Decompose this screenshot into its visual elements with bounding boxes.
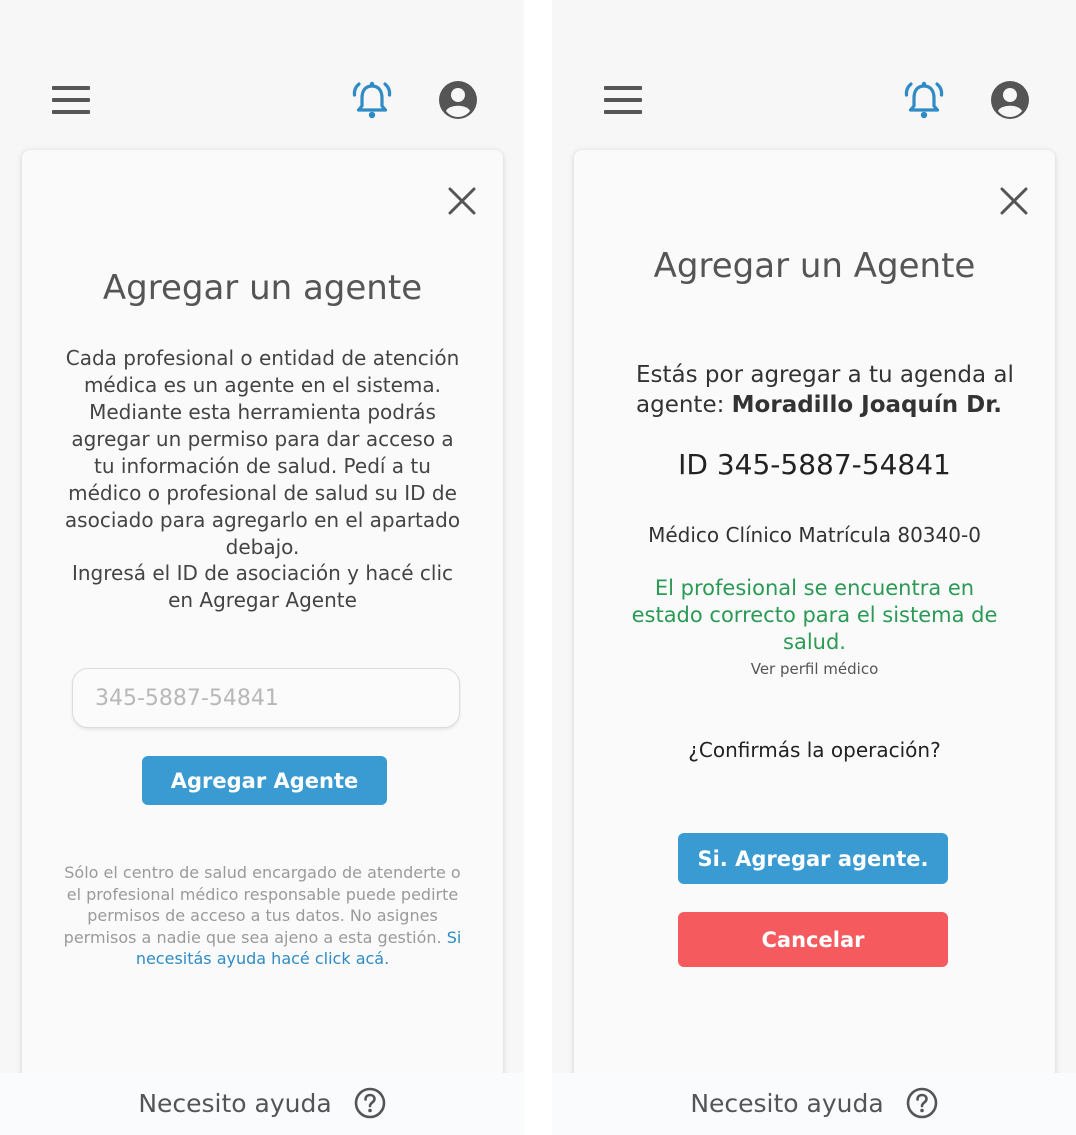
bell-ringing-icon[interactable] xyxy=(350,78,394,122)
confirm-intro: Estás por agregar a tu agenda al agente:… xyxy=(636,360,1015,420)
help-footer-button[interactable]: Necesito ayuda xyxy=(0,1087,524,1119)
permissions-note-text: Sólo el centro de salud encargado de ate… xyxy=(63,863,461,947)
cancel-button[interactable]: Cancelar xyxy=(678,912,948,967)
question-circle-icon xyxy=(906,1087,937,1119)
add-agent-card: Agregar un agente Cada profesional o ent… xyxy=(22,150,503,1100)
agent-name: Moradillo Joaquín Dr. xyxy=(731,392,1003,418)
confirm-agent-card: Agregar un Agente Estás por agregar a tu… xyxy=(574,150,1055,1100)
top-bar xyxy=(552,0,1076,150)
page-title: Agregar un Agente xyxy=(653,246,976,286)
hamburger-icon[interactable] xyxy=(52,86,90,114)
help-footer-label: Necesito ayuda xyxy=(690,1089,884,1118)
instruction-text: Ingresá el ID de asociación y hacé clic … xyxy=(71,561,454,612)
agent-id: ID 345-5887-54841 xyxy=(678,448,951,481)
footer: Necesito ayuda xyxy=(552,1073,1076,1135)
hamburger-icon[interactable] xyxy=(604,86,642,114)
add-agent-button[interactable]: Agregar Agente xyxy=(142,756,387,805)
footer: Necesito ayuda xyxy=(0,1073,524,1135)
page-title: Agregar un agente xyxy=(102,268,423,308)
help-footer-button[interactable]: Necesito ayuda xyxy=(552,1087,1076,1119)
confirm-add-button[interactable]: Si. Agregar agente. xyxy=(678,833,948,884)
agent-id-input[interactable] xyxy=(72,668,460,728)
user-circle-icon[interactable] xyxy=(438,80,478,120)
close-icon[interactable] xyxy=(447,186,477,216)
agent-specialty: Médico Clínico Matrícula 80340-0 xyxy=(648,523,981,547)
confirm-agent-screen: Agregar un Agente Estás por agregar a tu… xyxy=(552,0,1076,1135)
help-footer-label: Necesito ayuda xyxy=(138,1089,332,1118)
view-profile-link[interactable]: Ver perfil médico xyxy=(751,660,879,678)
status-message: El profesional se encuentra en estado co… xyxy=(631,576,998,654)
top-bar xyxy=(0,0,524,150)
bell-ringing-icon[interactable] xyxy=(902,78,946,122)
add-agent-screen: Agregar un agente Cada profesional o ent… xyxy=(0,0,524,1135)
description-text: Cada profesional o entidad de atención m… xyxy=(64,346,461,559)
confirm-question: ¿Confirmás la operación? xyxy=(688,738,941,762)
permissions-note: Sólo el centro de salud encargado de ate… xyxy=(62,862,463,970)
user-circle-icon[interactable] xyxy=(990,80,1030,120)
question-circle-icon xyxy=(354,1087,385,1119)
close-icon[interactable] xyxy=(999,186,1029,216)
